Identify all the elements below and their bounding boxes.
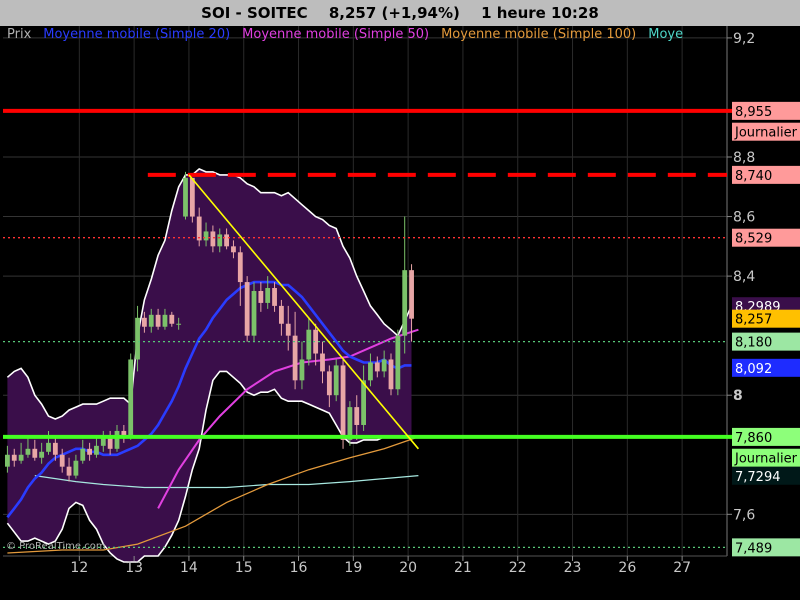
candle-body	[196, 216, 202, 241]
x-tick-label: 12	[70, 560, 88, 576]
legend-item: Moyenne mobile (Simple 100)	[441, 27, 636, 42]
candle-body	[340, 365, 346, 440]
price-chart[interactable]: Prix Moyenne mobile (Simple 20) Moyenne mo…	[0, 0, 800, 600]
candle-body	[326, 371, 332, 396]
candle-body	[162, 314, 168, 327]
legend-item: Moyenne mobile (Simple 50)	[242, 27, 429, 42]
candle-body	[155, 314, 161, 327]
x-tick-label: 26	[618, 560, 636, 576]
candle-body	[87, 448, 92, 455]
x-tick-label: 13	[125, 560, 143, 576]
candle-body	[5, 454, 10, 467]
watermark: © ProRealTime.com	[6, 541, 106, 552]
candle-body	[265, 288, 271, 303]
price-tag-label: 8,180	[735, 336, 772, 351]
candle-body	[409, 270, 414, 319]
x-tick-label: 23	[564, 560, 582, 576]
candle-body	[135, 317, 140, 360]
candle-body	[46, 442, 51, 452]
candle-body	[320, 353, 325, 372]
legend-item: Moye	[648, 27, 683, 42]
candle-body	[148, 314, 154, 327]
candle-body	[25, 448, 31, 455]
y-tick-label: 9,2	[733, 31, 755, 47]
candle-body	[354, 407, 360, 425]
candle-body	[94, 445, 99, 455]
price-tag-label: 8,529	[735, 232, 772, 247]
candle-body	[395, 335, 401, 390]
candle-body	[66, 466, 72, 476]
candle-body	[39, 451, 45, 458]
x-tick-label: 14	[180, 560, 198, 576]
candle-body	[203, 231, 209, 241]
x-tick-label: 21	[454, 560, 472, 576]
candle-body	[231, 246, 236, 253]
candle-body	[402, 270, 408, 336]
candle-body	[183, 177, 188, 217]
candle-body	[285, 323, 291, 336]
candle-body	[299, 359, 305, 381]
candle-body	[333, 365, 339, 396]
candle-body	[18, 454, 24, 461]
price-tag-label: 8,257	[735, 313, 772, 328]
candle-body	[169, 314, 175, 324]
y-tick-label: 8,6	[733, 210, 755, 226]
x-tick-label: 27	[673, 560, 691, 576]
y-tick-label: 7,6	[733, 507, 755, 523]
candle-body	[306, 329, 312, 360]
candle-body	[189, 177, 195, 217]
candle-body	[224, 234, 229, 247]
legend-item: Moyenne mobile (Simple 20)	[43, 27, 230, 42]
x-tick-label: 19	[344, 560, 362, 576]
candle-body	[292, 335, 298, 381]
candle-body	[388, 359, 394, 390]
candle-body	[11, 454, 17, 461]
y-tick-label: 8,4	[733, 269, 755, 285]
y-tick-label: 8	[733, 388, 743, 404]
x-tick-label: 15	[235, 560, 253, 576]
candle-body	[258, 291, 264, 303]
candle-body	[361, 380, 366, 425]
legend-item: Prix	[7, 27, 32, 42]
price-tag-label: Journalier	[734, 126, 798, 141]
candle-body	[272, 288, 277, 306]
price-tag-label: 7,860	[735, 431, 772, 446]
candle-body	[142, 317, 147, 327]
candle-body	[73, 460, 79, 476]
candle-body	[374, 362, 380, 372]
candle-body	[128, 359, 134, 437]
candle-body	[210, 231, 216, 247]
candle-body	[381, 359, 387, 372]
price-tag-label: 8,740	[735, 169, 772, 184]
candle-body	[176, 323, 182, 325]
y-tick-label: 8,8	[733, 150, 755, 166]
candle-body	[80, 448, 86, 461]
candle-body	[59, 454, 65, 467]
price-tag-label: 7,7294	[735, 470, 781, 485]
candle-body	[244, 282, 250, 336]
price-tag-label: 8,955	[735, 105, 772, 120]
x-tick-label: 22	[509, 560, 527, 576]
legend: Prix Moyenne mobile (Simple 20) Moyenne mo…	[7, 27, 683, 42]
candle-body	[114, 430, 120, 449]
candle-body	[237, 252, 243, 283]
x-tick-label: 16	[290, 560, 308, 576]
price-tag-label: Journalier	[734, 452, 798, 467]
candle-body	[368, 362, 373, 381]
price-tag-label: 8,092	[735, 362, 772, 377]
x-tick-label: 20	[399, 560, 417, 576]
candle-body	[217, 234, 223, 247]
price-tag-label: 7,489	[735, 541, 772, 556]
candle-body	[279, 305, 284, 324]
candle-body	[32, 448, 38, 458]
candle-body	[52, 442, 58, 455]
candle-body	[251, 291, 257, 336]
